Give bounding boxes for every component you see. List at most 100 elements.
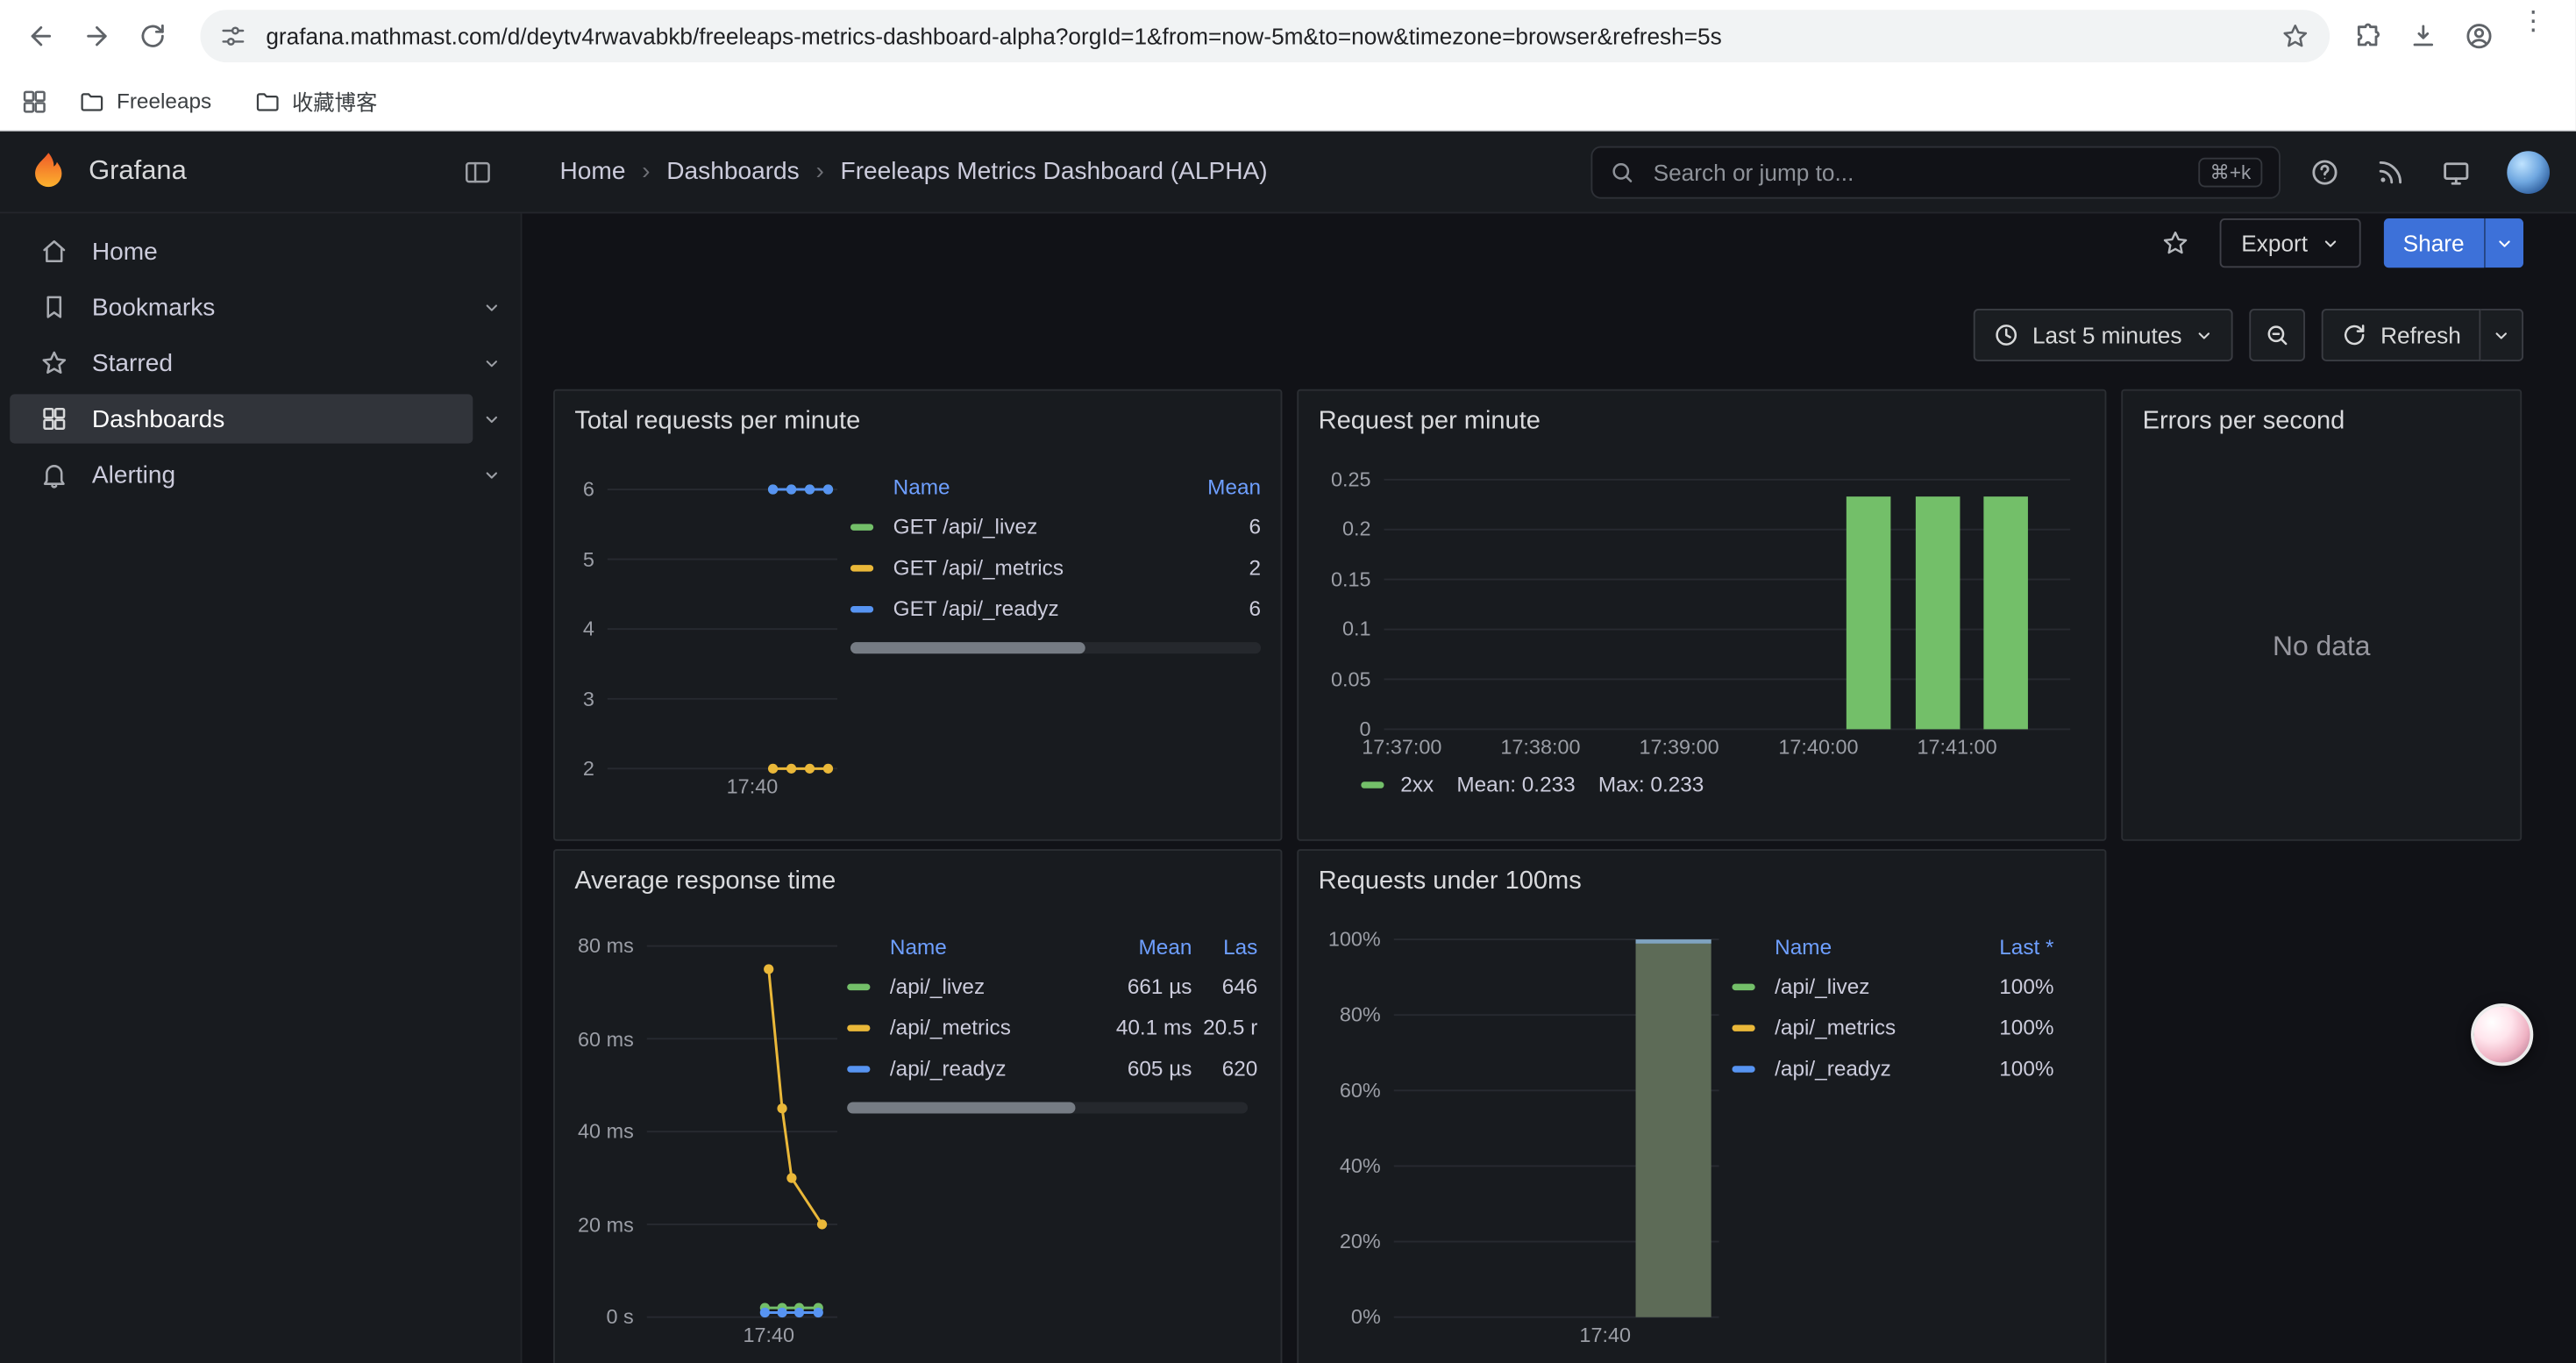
- x-axis-ticks: 17:40: [1394, 1317, 1719, 1347]
- apps-grid-icon[interactable]: [19, 86, 49, 116]
- time-controls: Last 5 minutes Refresh: [522, 305, 2575, 364]
- panel-grid: Total requests per minute 65432 17:40: [522, 365, 2575, 1363]
- panel-total-requests: Total requests per minute 65432 17:40: [553, 389, 1282, 841]
- star-icon: [2161, 228, 2191, 258]
- panel-title[interactable]: Requests under 100ms: [1319, 867, 1582, 897]
- refresh-button[interactable]: Refresh: [2322, 309, 2481, 361]
- share-label: Share: [2403, 230, 2465, 256]
- x-axis-ticks: 17:37:0017:38:0017:39:0017:40:0017:41:00: [1384, 729, 2071, 759]
- forward-icon: [82, 21, 112, 51]
- legend-col-last[interactable]: Las: [1192, 934, 1257, 959]
- search-icon: [1609, 159, 1635, 185]
- reload-icon: [138, 21, 167, 51]
- time-range-picker[interactable]: Last 5 minutes: [1974, 309, 2233, 361]
- chevron-down-icon[interactable]: [483, 354, 502, 373]
- refresh-interval-button[interactable]: [2480, 309, 2523, 361]
- panel-header[interactable]: Average response time: [555, 851, 1281, 913]
- series-swatch: [847, 1024, 870, 1031]
- legend-row[interactable]: /api/_livez 100%: [1732, 966, 2053, 1007]
- grafana-logo-icon[interactable]: [26, 149, 71, 194]
- series-name[interactable]: 2xx: [1400, 772, 1434, 796]
- sidebar-item-alerting[interactable]: Alerting: [0, 446, 521, 503]
- bookmark-folder-blogs[interactable]: 收藏博客: [241, 79, 390, 124]
- zoom-out-button[interactable]: [2249, 309, 2305, 361]
- forward-button[interactable]: [69, 8, 125, 64]
- breadcrumb-home[interactable]: Home: [560, 158, 626, 186]
- help-icon[interactable]: [2310, 157, 2340, 187]
- legend-col-name[interactable]: Name: [1775, 934, 1975, 959]
- panel-header[interactable]: Request per minute: [1299, 391, 2104, 453]
- chevron-down-icon[interactable]: [483, 298, 502, 317]
- breadcrumb-current: Freeleaps Metrics Dashboard (ALPHA): [841, 158, 1268, 186]
- chevron-down-icon[interactable]: [483, 410, 502, 428]
- sidebar-item-home[interactable]: Home: [0, 224, 521, 280]
- grafana-app: Grafana Home › Dashboards › Freeleaps Me…: [0, 132, 2576, 1363]
- legend-row[interactable]: /api/_metrics 100%: [1732, 1007, 2053, 1048]
- panel-header[interactable]: Total requests per minute: [555, 391, 1281, 453]
- legend-row[interactable]: /api/_livez 661 µs 646: [847, 966, 1257, 1007]
- line-chart[interactable]: [608, 489, 837, 768]
- series-swatch: [850, 605, 873, 611]
- sidebar-collapse-button[interactable]: [457, 150, 500, 193]
- downloads-icon[interactable]: [2409, 21, 2438, 51]
- legend-row[interactable]: /api/_metrics 40.1 ms 20.5 r: [847, 1007, 1257, 1048]
- panel-title[interactable]: Request per minute: [1319, 407, 1541, 437]
- search-input[interactable]: [1650, 157, 2198, 187]
- panel-header[interactable]: Requests under 100ms: [1299, 851, 2104, 913]
- scrollbar-thumb[interactable]: [850, 642, 1085, 653]
- url-input[interactable]: [263, 21, 2281, 51]
- brand-name[interactable]: Grafana: [89, 156, 456, 188]
- legend-row[interactable]: /api/_readyz 100%: [1732, 1048, 2053, 1089]
- kiosk-monitor-icon[interactable]: [2441, 157, 2471, 187]
- legend-col-mean[interactable]: Mean: [1195, 474, 1261, 498]
- legend-row[interactable]: GET /api/_metrics 2: [850, 547, 1261, 589]
- back-button[interactable]: [13, 8, 69, 64]
- sidebar-item-dashboards[interactable]: Dashboards: [0, 391, 521, 447]
- site-settings-icon[interactable]: [220, 23, 246, 49]
- share-button[interactable]: Share: [2383, 218, 2484, 268]
- panel-title[interactable]: Average response time: [574, 867, 836, 897]
- dashboard-content: Export Share Last: [522, 213, 2575, 1363]
- legend-scrollbar[interactable]: [850, 642, 1261, 653]
- news-rss-icon[interactable]: [2376, 157, 2406, 187]
- reload-button[interactable]: [125, 8, 181, 64]
- breadcrumb-dashboards[interactable]: Dashboards: [666, 158, 799, 186]
- bookmark-folder-freeleaps[interactable]: Freeleaps: [66, 82, 224, 121]
- legend-row[interactable]: GET /api/_livez 6: [850, 506, 1261, 547]
- series-swatch: [1732, 983, 1754, 989]
- panel-title[interactable]: Errors per second: [2143, 407, 2345, 437]
- legend-row[interactable]: /api/_readyz 605 µs 620: [847, 1048, 1257, 1089]
- series-legend[interactable]: 2xx Mean: 0.233 Max: 0.233: [1361, 772, 2081, 796]
- legend-col-name[interactable]: Name: [890, 934, 1097, 959]
- sidebar-item-starred[interactable]: Starred: [0, 335, 521, 391]
- floating-assistant-avatar[interactable]: [2471, 1003, 2533, 1066]
- user-avatar[interactable]: [2507, 150, 2550, 193]
- legend-col-last[interactable]: Last *: [1975, 934, 2054, 959]
- url-bar[interactable]: [200, 10, 2330, 62]
- bar-chart[interactable]: [1384, 480, 2071, 730]
- dashboards-grid-icon: [39, 404, 69, 434]
- panel-title[interactable]: Total requests per minute: [574, 407, 860, 437]
- legend-col-mean[interactable]: Mean: [1097, 934, 1192, 959]
- breadcrumb-separator: ›: [642, 158, 650, 186]
- profile-icon[interactable]: [2465, 21, 2494, 51]
- sidebar-item-bookmarks[interactable]: Bookmarks: [0, 279, 521, 335]
- browser-menu-icon[interactable]: ⋮: [2520, 10, 2546, 62]
- bar-chart[interactable]: [1394, 939, 1719, 1317]
- search-box[interactable]: ⌘+k: [1590, 146, 2280, 198]
- legend-scrollbar[interactable]: [847, 1102, 1248, 1113]
- legend-row[interactable]: GET /api/_readyz 6: [850, 588, 1261, 629]
- legend-col-name[interactable]: Name: [893, 474, 1196, 498]
- sidebar-item-label: Bookmarks: [92, 293, 215, 321]
- export-button[interactable]: Export: [2220, 218, 2360, 268]
- chevron-down-icon[interactable]: [483, 466, 502, 484]
- bookmark-star-icon[interactable]: [2281, 21, 2310, 51]
- share-menu-button[interactable]: [2484, 218, 2523, 268]
- x-axis-ticks: 17:40: [647, 1317, 837, 1347]
- series-max: Max: 0.233: [1598, 772, 1704, 796]
- favorite-star-button[interactable]: [2154, 222, 2197, 265]
- scrollbar-thumb[interactable]: [847, 1102, 1075, 1113]
- panel-header[interactable]: Errors per second: [2123, 391, 2520, 453]
- line-chart[interactable]: [647, 946, 837, 1317]
- extensions-icon[interactable]: [2352, 21, 2382, 51]
